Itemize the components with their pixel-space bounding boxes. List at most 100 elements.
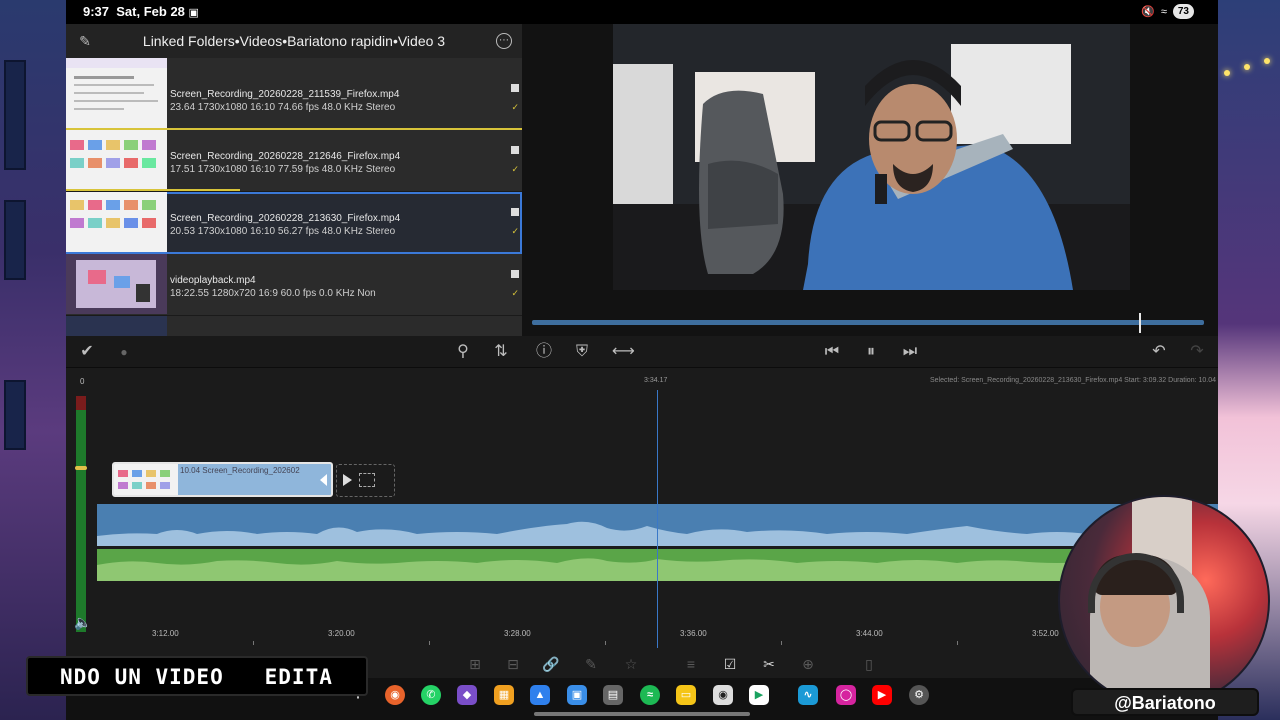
skip-back-icon[interactable]: ⏮ [822,342,842,362]
split-icon[interactable]: ⟷ [612,342,635,362]
clock-date: Sat, Feb 28 [116,4,185,19]
time-ruler[interactable]: 3:12.00 3:20.00 3:28.00 3:36.00 3:44.00 … [66,626,1218,650]
timeline-header: 3:34.17 Selected: Screen_Recording_20260… [66,368,1218,388]
current-time: 3:34.17 [644,377,668,384]
thumbnail [66,192,167,252]
stream-ticker: NDO UN VIDEO EDITA [26,656,368,696]
check-circle-icon[interactable]: ✔ [77,342,97,362]
ruler-tick [253,641,254,645]
select-check-icon[interactable]: ☑ [721,655,739,673]
string-light [1264,58,1270,64]
pause-icon[interactable]: ⏸ [861,342,881,362]
timeline-playhead[interactable] [657,390,658,648]
gem-app-icon[interactable]: ◆ [457,685,477,705]
browser-header: ✎ Linked Folders•Videos•Bariatono rapidi… [66,24,522,58]
media-browser: ✎ Linked Folders•Videos•Bariatono rapidi… [66,24,522,336]
meter-level-marker[interactable] [75,466,87,470]
background-shelf [4,60,26,170]
check-icon: ✓ [511,226,519,236]
add-clip-icon[interactable]: ⊞ [466,655,484,673]
ticker-text: NDO UN VIDEO EDITA [60,665,333,689]
redo-icon[interactable]: ↷ [1187,342,1207,362]
record-dot-icon[interactable]: ● [114,342,134,362]
notes-icon[interactable]: ▭ [676,685,696,705]
item-select-box[interactable] [511,270,519,278]
books-icon[interactable]: ▦ [494,685,514,705]
effects-star-icon[interactable]: ☆ [622,655,640,673]
timeline[interactable]: 3:34.17 Selected: Screen_Recording_20260… [66,368,1218,650]
preview-panel [522,24,1218,336]
thumbnail [66,316,167,336]
item-metadata: 23.64 1730x1080 16:10 74.66 fps 48.0 KHz… [170,102,396,113]
meter-zero-label: 0 [80,377,85,386]
video-frame [613,24,1130,290]
instagram-icon[interactable]: ◯ [836,685,856,705]
clip-trim-handle[interactable] [320,474,327,486]
list-item[interactable]: Screen_Recording_20260228_211539_Firefox… [66,68,522,130]
check-icon: ✓ [511,288,519,298]
background-shelf [4,380,26,450]
ruler-tick [781,641,782,645]
undo-icon[interactable]: ↶ [1149,342,1169,362]
list-item-selected[interactable]: Screen_Recording_20260228_213630_Firefox… [66,192,522,254]
item-filename: Screen_Recording_20260228_213630_Firefox… [170,213,401,224]
gallery-icon[interactable]: ▣ [567,685,587,705]
link-icon[interactable]: 🔗 [542,655,560,673]
camera-icon[interactable]: ◉ [713,685,733,705]
list-item[interactable]: videoplayback.mp4 18:22.55 1280x720 16:9… [66,254,522,316]
scrubber-handle[interactable] [1139,313,1141,333]
list-item[interactable] [66,316,522,336]
clip-insert-placeholder[interactable] [336,464,395,497]
whatsapp-icon[interactable]: ✆ [421,685,441,705]
item-metadata: 18:22.55 1280x720 16:9 60.0 fps 0.0 KHz … [170,288,376,299]
add-circle-icon[interactable]: ⊕ [799,655,817,673]
ruler-label: 3:12.00 [152,629,179,638]
preview-scrubber[interactable] [532,320,1204,325]
check-icon: ✓ [511,164,519,174]
item-filename: Screen_Recording_20260228_212646_Firefox… [170,151,401,162]
status-indicators: 🔇 ≈ 73 [1141,4,1194,19]
list-item[interactable]: Screen_Recording_20260228_212646_Firefox… [66,130,522,192]
clip-thumbnail [114,464,178,495]
tablet-screen: 9:37 Sat, Feb 28 ▣ 🔇 ≈ 73 ✎ Linked Folde… [66,0,1218,720]
sort-icon[interactable]: ⇅ [491,342,511,362]
video-preview[interactable] [613,24,1130,290]
editor-toolbar: ✔ ● ⚲ ⇅ ⓘ ⛨ ⟷ ⏮ ⏸ ⏭ ↶ ↷ [66,336,1218,368]
scissors-icon[interactable]: ✂ [760,655,778,673]
insert-icon[interactable]: ⊟ [504,655,522,673]
youtube-icon[interactable]: ▶ [872,685,892,705]
skip-forward-icon[interactable]: ⏭ [900,342,920,362]
home-indicator[interactable] [534,712,750,716]
pencil-icon[interactable]: ✎ [582,655,600,673]
ruler-label: 3:52.00 [1032,629,1059,638]
spotify-icon[interactable]: ≈ [640,685,660,705]
settings-gear-icon[interactable]: ⚙ [909,685,929,705]
item-filename: videoplayback.mp4 [170,275,256,286]
item-select-box[interactable] [511,84,519,92]
files-icon[interactable]: ▤ [603,685,623,705]
audio-level-meter[interactable] [75,396,87,632]
more-options-icon[interactable]: ⋯ [496,33,512,49]
item-select-box[interactable] [511,208,519,216]
folder-breadcrumb[interactable]: Linked Folders•Videos•Bariatono rapidin•… [66,33,522,49]
play-store-icon[interactable]: ▶ [749,685,769,705]
search-icon[interactable]: ⚲ [453,342,473,362]
handle-text: @Bariatono [1114,693,1216,713]
check-icon: ✓ [511,102,519,112]
status-bar: 9:37 Sat, Feb 28 ▣ 🔇 ≈ 73 [66,0,1218,24]
drive-icon[interactable]: ▲ [530,685,550,705]
media-list[interactable]: Screen_Recording_20260228_211539_Firefox… [66,58,522,336]
layers-icon[interactable]: ≡ [682,655,700,673]
timeline-clip-selected[interactable]: 10.04 Screen_Recording_202602 [112,462,333,497]
editor-app-icon[interactable]: ∿ [798,685,818,705]
clip-placeholder-icon [359,473,375,487]
item-filename: Screen_Recording_20260228_211539_Firefox… [170,89,400,100]
ruler-tick [957,641,958,645]
info-icon[interactable]: ⓘ [534,342,554,362]
ruler-tick [429,641,430,645]
item-select-box[interactable] [511,146,519,154]
marker-shield-icon[interactable]: ⛨ [572,342,592,362]
list-item[interactable] [66,58,522,68]
delete-icon[interactable]: ▯ [860,655,878,673]
firefox-icon[interactable]: ◉ [385,685,405,705]
